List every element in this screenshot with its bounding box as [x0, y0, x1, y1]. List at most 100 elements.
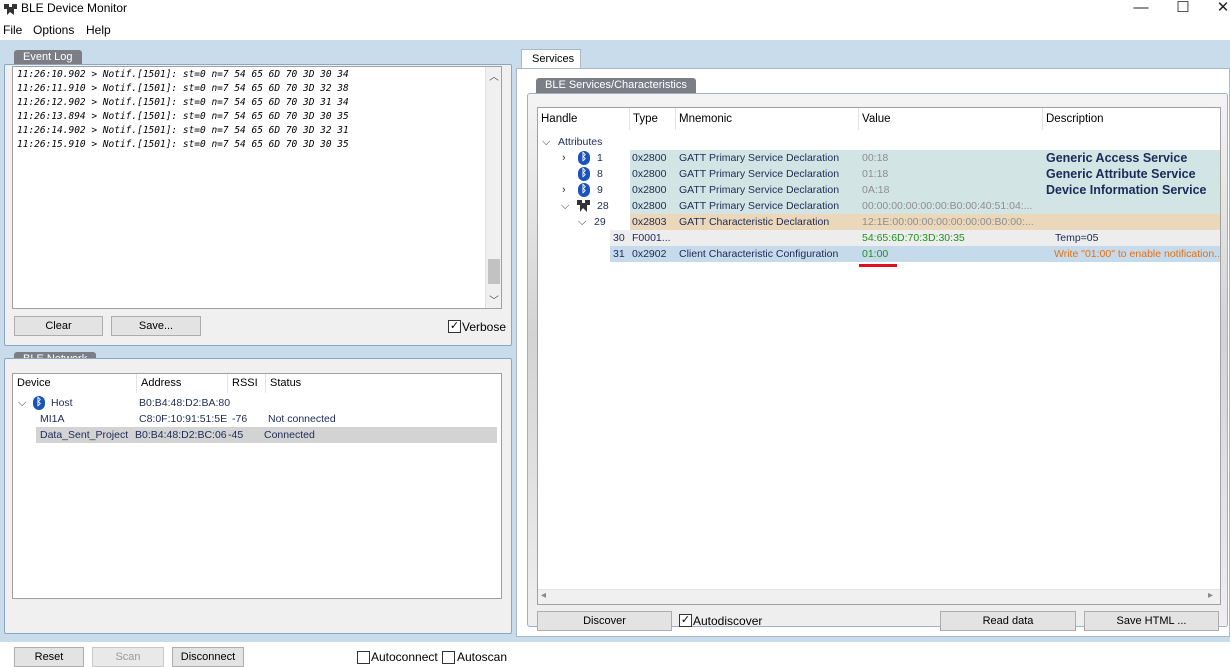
column-status[interactable]: Status: [266, 374, 501, 393]
event-log-panel: 11:26:10.902 > Notif.[1501]: st=0 n=7 54…: [4, 64, 512, 346]
row-value: 00:00:00:00:00:00:B0:00:40:51:04:...: [862, 200, 1033, 212]
device-address: C8:0F:10:91:51:5E: [139, 413, 228, 425]
log-line: 11:26:14.902 > Notif.[1501]: st=0 n=7 54…: [17, 125, 349, 136]
service-row[interactable]: ⌵ 28 0x2800 GATT Primary Service Declara…: [538, 198, 1220, 214]
log-line: 11:26:12.902 > Notif.[1501]: st=0 n=7 54…: [17, 97, 349, 108]
column-handle[interactable]: Handle: [538, 108, 630, 130]
verbose-checkbox[interactable]: ✓: [448, 320, 461, 333]
menu-help[interactable]: Help: [86, 23, 111, 37]
scroll-up-icon[interactable]: ︿: [486, 68, 501, 83]
root-label: Attributes: [558, 136, 603, 148]
row-mnemonic: GATT Primary Service Declaration: [679, 168, 840, 180]
value-row[interactable]: 30 F0001... 54:65:6D:70:3D:30:35 Temp=05: [538, 230, 1220, 246]
bluetooth-icon: ᛒ: [578, 151, 590, 165]
services-tree[interactable]: Handle Type Mnemonic Value Description ⌵…: [537, 107, 1221, 605]
row-description: Write "01:00" to enable notification...: [1054, 248, 1219, 260]
maximize-icon[interactable]: ☐: [1163, 0, 1203, 18]
clear-button[interactable]: Clear: [14, 316, 103, 336]
row-description: Generic Attribute Service: [1046, 167, 1196, 181]
save-button[interactable]: Save...: [111, 316, 201, 336]
column-description[interactable]: Description: [1043, 108, 1220, 130]
row-handle: 29: [594, 216, 606, 228]
row-handle: 28: [597, 200, 609, 212]
bluetooth-icon: ᛒ: [33, 396, 45, 410]
device-name: Data_Sent_Project: [40, 429, 129, 441]
event-log-list[interactable]: 11:26:10.902 > Notif.[1501]: st=0 n=7 54…: [12, 66, 502, 309]
row-handle: 8: [597, 168, 603, 180]
row-value: 54:65:6D:70:3D:30:35: [862, 232, 965, 244]
scan-button[interactable]: Scan: [92, 647, 164, 667]
descriptor-row-selected[interactable]: 31 0x2902 Client Characteristic Configur…: [538, 246, 1220, 262]
autoscan-label: Autoscan: [457, 650, 508, 664]
app-logo-icon: [4, 4, 17, 15]
save-html-button[interactable]: Save HTML ...: [1084, 611, 1219, 631]
device-address: B0:B4:48:D2:BA:80: [139, 397, 231, 409]
chevron-down-icon[interactable]: ⌵: [578, 214, 586, 230]
chevron-right-icon[interactable]: ›: [562, 182, 566, 198]
minimize-icon[interactable]: —: [1121, 0, 1161, 18]
row-description: Device Information Service: [1046, 183, 1207, 197]
row-value: 00:18: [862, 152, 889, 164]
autodiscover-label: Autodiscover: [693, 614, 763, 628]
column-rssi[interactable]: RSSI: [228, 374, 266, 393]
chevron-down-icon[interactable]: ⌵: [18, 395, 26, 411]
device-rssi: -45: [228, 429, 244, 441]
event-log-scrollbar[interactable]: ︿ ﹀: [485, 67, 501, 308]
scroll-right-icon[interactable]: ▸: [1208, 590, 1213, 601]
log-line: 11:26:10.902 > Notif.[1501]: st=0 n=7 54…: [17, 69, 349, 80]
window-title: BLE Device Monitor: [21, 1, 128, 15]
row-type: 0x2800: [632, 184, 667, 196]
discover-button[interactable]: Discover: [537, 611, 672, 631]
event-log-title: Event Log: [14, 50, 82, 65]
scroll-thumb[interactable]: [488, 259, 500, 284]
characteristic-row[interactable]: ⌵ 29 0x2803 GATT Characteristic Declarat…: [538, 214, 1220, 230]
device-name: Host: [51, 397, 73, 409]
device-list[interactable]: Device Address RSSI Status ⌵ ᛒ Host B0:B…: [12, 373, 502, 599]
row-mnemonic: GATT Primary Service Declaration: [679, 152, 840, 164]
column-device[interactable]: Device: [13, 374, 137, 393]
workspace: Event Log 11:26:10.902 > Notif.[1501]: s…: [0, 40, 1230, 667]
value-underline: [859, 264, 897, 267]
read-data-button[interactable]: Read data: [940, 611, 1076, 631]
device-row-selected[interactable]: Data_Sent_Project B0:B4:48:D2:BC:06 -45 …: [36, 427, 497, 443]
scroll-down-icon[interactable]: ﹀: [486, 292, 501, 307]
row-value: 0A:18: [862, 184, 890, 196]
row-mnemonic: GATT Primary Service Declaration: [679, 200, 840, 212]
row-handle: 9: [597, 184, 603, 196]
service-logo-icon: [577, 200, 590, 212]
row-value: 12:1E:00:00:00:00:00:00:00:B0:00:...: [862, 216, 1034, 228]
autodiscover-checkbox[interactable]: ✓: [679, 614, 692, 627]
services-hscrollbar[interactable]: ◂ ▸: [538, 589, 1220, 604]
log-line: 11:26:13.894 > Notif.[1501]: st=0 n=7 54…: [17, 111, 349, 122]
services-group-title: BLE Services/Characteristics: [536, 78, 696, 93]
menu-file[interactable]: File: [3, 23, 22, 37]
attributes-root[interactable]: ⌵ Attributes: [538, 134, 1218, 150]
autoconnect-checkbox[interactable]: [357, 651, 370, 664]
device-row-host[interactable]: ⌵ ᛒ Host B0:B4:48:D2:BA:80: [17, 395, 497, 411]
close-icon[interactable]: ✕: [1203, 0, 1230, 18]
chevron-down-icon[interactable]: ⌵: [542, 134, 550, 150]
device-row[interactable]: MI1A C8:0F:10:91:51:5E -76 Not connected: [17, 411, 497, 427]
chevron-right-icon[interactable]: ›: [562, 150, 566, 166]
scroll-left-icon[interactable]: ◂: [541, 590, 546, 601]
autoscan-checkbox[interactable]: [442, 651, 455, 664]
row-description: Temp=05: [1055, 232, 1099, 244]
column-address[interactable]: Address: [137, 374, 228, 393]
column-mnemonic[interactable]: Mnemonic: [676, 108, 859, 130]
row-value: 01:00: [862, 248, 889, 260]
service-row[interactable]: › ᛒ 9 0x2800 GATT Primary Service Declar…: [538, 182, 1220, 198]
service-row[interactable]: › ᛒ 1 0x2800 GATT Primary Service Declar…: [538, 150, 1220, 166]
service-row[interactable]: ᛒ 8 0x2800 GATT Primary Service Declarat…: [538, 166, 1220, 182]
device-status: Not connected: [268, 413, 336, 425]
tab-services[interactable]: Services: [521, 49, 581, 69]
menu-options[interactable]: Options: [33, 23, 74, 37]
column-value[interactable]: Value: [859, 108, 1043, 130]
reset-button[interactable]: Reset: [14, 647, 84, 667]
chevron-down-icon[interactable]: ⌵: [561, 198, 569, 214]
verbose-label: Verbose: [462, 320, 507, 334]
column-type[interactable]: Type: [630, 108, 676, 130]
row-description: Generic Access Service: [1046, 151, 1188, 165]
autoconnect-label: Autoconnect: [371, 650, 438, 664]
ble-network-panel: Device Address RSSI Status ⌵ ᛒ Host B0:B…: [4, 358, 512, 667]
disconnect-button[interactable]: Disconnect: [172, 647, 244, 667]
